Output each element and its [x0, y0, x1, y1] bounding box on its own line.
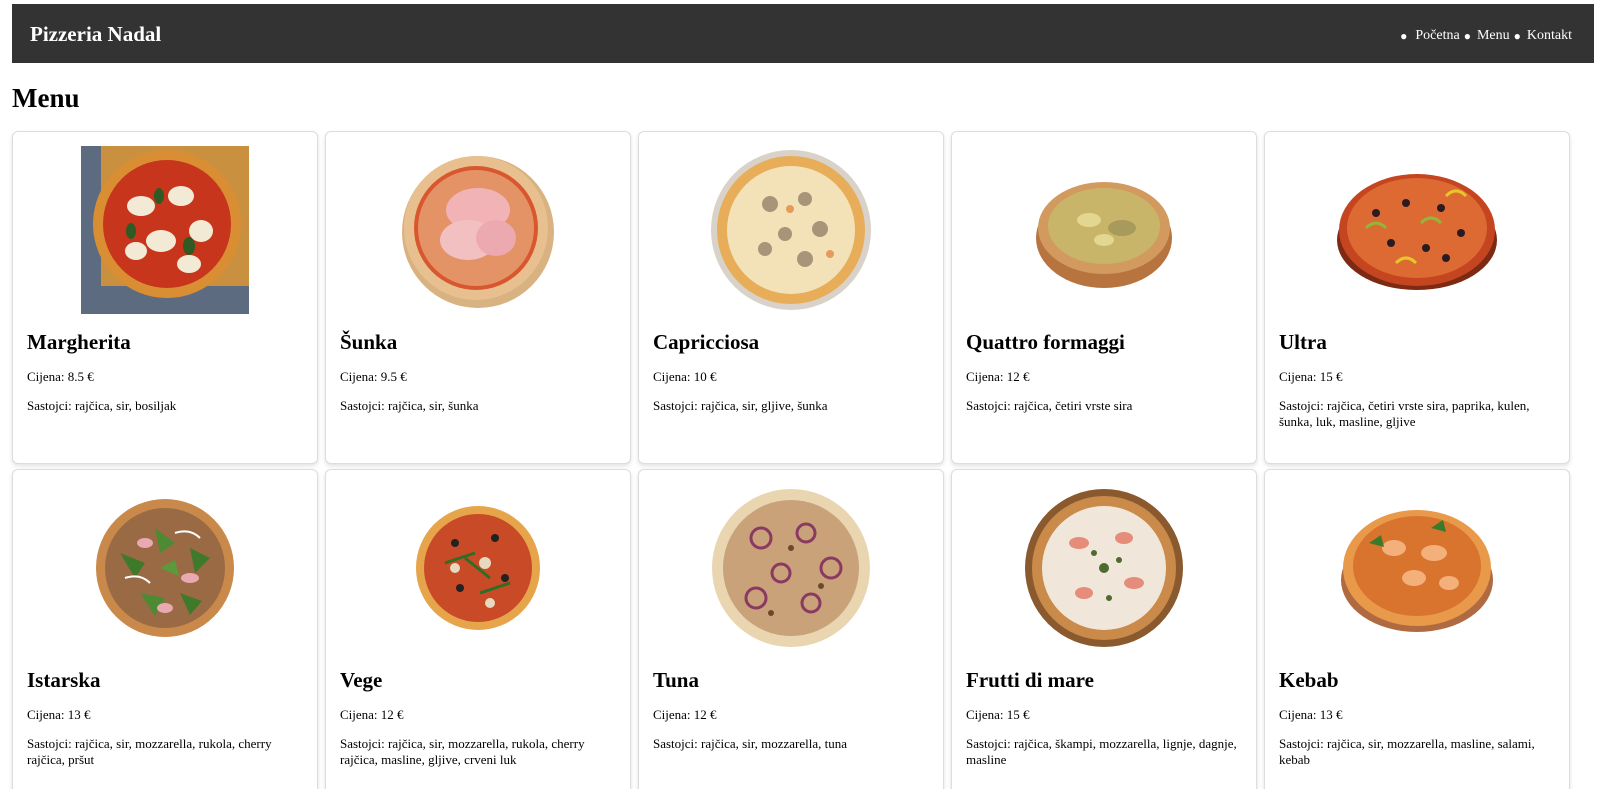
bullet-icon: ●	[1400, 29, 1408, 43]
pizza-image	[326, 144, 630, 316]
pizza-ingredients: Sastojci: rajčica, sir, mozzarella, tuna	[653, 736, 848, 751]
pizza-price: Cijena: 9.5 €	[340, 369, 407, 384]
pizza-ingredients: Sastojci: rajčica, sir, gljive, šunka	[653, 398, 828, 413]
pizza-card-tuna[interactable]: Tuna Cijena: 12 € Sastojci: rajčica, sir…	[638, 469, 944, 789]
pizza-price: Cijena: 10 €	[653, 369, 717, 384]
navbar: Pizzeria Nadal ● Početna ● Menu ● Kontak…	[12, 4, 1594, 63]
nav-label: Kontakt	[1526, 28, 1572, 43]
pizza-name: Istarska	[27, 668, 101, 692]
pizza-card-frutti-di-mare[interactable]: Frutti di mare Cijena: 15 € Sastojci: ra…	[951, 469, 1257, 789]
pizza-card-vege[interactable]: Vege Cijena: 12 € Sastojci: rajčica, sir…	[325, 469, 631, 789]
nav-label: Početna	[1415, 28, 1460, 43]
pizza-image	[1265, 482, 1569, 654]
pizza-card-margherita[interactable]: Margherita Cijena: 8.5 € Sastojci: rajči…	[12, 131, 318, 464]
pizza-price: Cijena: 12 €	[340, 707, 404, 722]
pizza-image	[13, 482, 317, 654]
nav-item-kontakt[interactable]: ● Kontakt	[1514, 28, 1576, 44]
pizza-card-sunka[interactable]: Šunka Cijena: 9.5 € Sastojci: rajčica, s…	[325, 131, 631, 464]
pizza-ingredients: Sastojci: rajčica, četiri vrste sira, pa…	[1279, 398, 1530, 429]
pizza-card-ultra[interactable]: Ultra Cijena: 15 € Sastojci: rajčica, če…	[1264, 131, 1570, 464]
pizza-name: Margherita	[27, 330, 131, 354]
bullet-icon: ●	[1463, 29, 1471, 43]
pizza-card-capricciosa[interactable]: Capricciosa Cijena: 10 € Sastojci: rajči…	[638, 131, 944, 464]
page-title: Menu	[12, 83, 80, 113]
pizza-price: Cijena: 15 €	[1279, 369, 1343, 384]
pizza-name: Frutti di mare	[966, 668, 1094, 692]
pizza-name: Tuna	[653, 668, 699, 692]
pizza-ingredients: Sastojci: rajčica, škampi, mozzarella, l…	[966, 736, 1237, 767]
bullet-icon: ●	[1513, 29, 1521, 43]
nav-label: Menu	[1476, 28, 1510, 43]
pizza-ingredients: Sastojci: rajčica, sir, mozzarella, ruko…	[340, 736, 585, 767]
pizza-name: Kebab	[1279, 668, 1339, 692]
pizza-name: Capricciosa	[653, 330, 760, 354]
pizza-ingredients: Sastojci: rajčica, sir, šunka	[340, 398, 479, 413]
pizza-price: Cijena: 12 €	[966, 369, 1030, 384]
pizza-image	[13, 144, 317, 316]
pizza-price: Cijena: 8.5 €	[27, 369, 94, 384]
pizza-image	[952, 144, 1256, 316]
pizza-price: Cijena: 13 €	[27, 707, 91, 722]
pizza-price: Cijena: 12 €	[653, 707, 717, 722]
pizza-image	[639, 482, 943, 654]
pizza-image	[639, 144, 943, 316]
pizza-name: Šunka	[340, 330, 398, 354]
pizza-ingredients: Sastojci: rajčica, sir, mozzarella, masl…	[1279, 736, 1535, 767]
pizza-name: Ultra	[1279, 330, 1327, 354]
pizza-card-kebab[interactable]: Kebab Cijena: 13 € Sastojci: rajčica, si…	[1264, 469, 1570, 789]
pizza-name: Vege	[340, 668, 383, 692]
pizza-ingredients: Sastojci: rajčica, sir, bosiljak	[27, 398, 177, 413]
pizza-ingredients: Sastojci: rajčica, sir, mozzarella, ruko…	[27, 736, 272, 767]
pizza-card-quattro-formaggi[interactable]: Quattro formaggi Cijena: 12 € Sastojci: …	[951, 131, 1257, 464]
pizza-ingredients: Sastojci: rajčica, četiri vrste sira	[966, 398, 1133, 413]
pizza-image	[326, 482, 630, 654]
nav-item-pocetna[interactable]: ● Početna	[1400, 28, 1464, 44]
pizza-price: Cijena: 15 €	[966, 707, 1030, 722]
pizza-image	[952, 482, 1256, 654]
pizza-card-istarska[interactable]: Istarska Cijena: 13 € Sastojci: rajčica,…	[12, 469, 318, 789]
nav-links: ● Početna ● Menu ● Kontakt	[1400, 28, 1576, 44]
pizza-price: Cijena: 13 €	[1279, 707, 1343, 722]
pizza-image	[1265, 144, 1569, 316]
pizza-name: Quattro formaggi	[966, 330, 1125, 354]
brand-logo[interactable]: Pizzeria Nadal	[30, 22, 161, 47]
nav-item-menu[interactable]: ● Menu	[1464, 28, 1514, 44]
